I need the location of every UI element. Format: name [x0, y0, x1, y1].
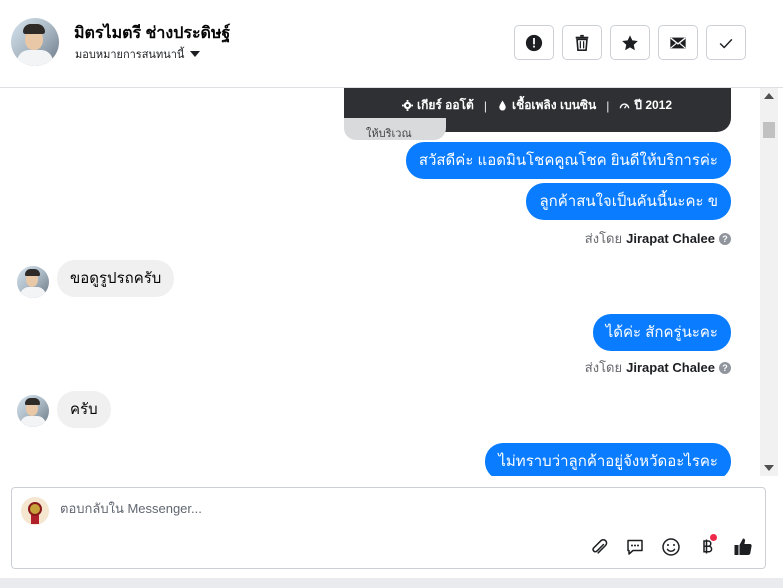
attach-button[interactable]	[588, 536, 610, 558]
smiley-icon	[662, 538, 680, 556]
message-outgoing[interactable]: ลูกค้าสนใจเป็นคันนี้นะคะ ข	[526, 183, 731, 220]
like-button[interactable]	[732, 536, 754, 558]
message-incoming[interactable]: ขอดูรูปรถครับ	[57, 260, 175, 297]
mark-done-button[interactable]	[706, 25, 746, 60]
reply-input[interactable]	[60, 501, 660, 516]
delete-button[interactable]	[562, 25, 602, 60]
question-icon[interactable]: ?	[719, 361, 731, 374]
scroll-down-arrow-icon[interactable]	[764, 465, 774, 471]
question-icon[interactable]: ?	[719, 232, 731, 245]
scroll-up-arrow-icon[interactable]	[764, 93, 774, 99]
bottom-strip	[0, 578, 783, 588]
thumbs-up-icon	[734, 538, 752, 555]
mark-unread-button[interactable]	[658, 25, 698, 60]
spam-button[interactable]	[514, 25, 554, 60]
page-avatar	[21, 497, 49, 525]
contact-avatar[interactable]	[11, 18, 59, 66]
message-outgoing[interactable]: สวัสดีค่ะ แอดมินโชคคูณโชค ยินดีให้บริการ…	[405, 142, 731, 179]
fuel-drop-icon	[499, 100, 506, 111]
conversation-header: มิตรไมตรี ช่างประดิษฐ์ มอบหมายการสนทนานี…	[0, 0, 783, 88]
payment-button[interactable]	[696, 534, 718, 558]
star-button[interactable]	[610, 25, 650, 60]
message-outgoing[interactable]: ได้ค่ะ สักครู่นะคะ	[592, 314, 731, 351]
exclamation-circle-icon	[525, 34, 543, 51]
car-year-spec: ปี 2012	[619, 96, 672, 115]
caret-down-icon	[190, 51, 201, 57]
notification-dot	[710, 534, 717, 541]
car-gear-spec: เกียร์ ออโต้	[402, 96, 474, 115]
check-icon	[719, 38, 733, 49]
emoji-button[interactable]	[660, 536, 682, 558]
envelope-icon	[670, 37, 686, 48]
star-icon	[622, 34, 638, 50]
gauge-icon	[620, 103, 630, 109]
paperclip-icon	[592, 539, 608, 554]
car-fuel-spec: เชื้อเพลิง เบนซิน	[497, 96, 596, 115]
sender-avatar[interactable]	[17, 266, 49, 298]
thread-scrollbar[interactable]	[760, 88, 778, 476]
trash-icon	[575, 34, 589, 51]
scrollbar-thumb[interactable]	[763, 122, 775, 138]
gear-icon	[402, 100, 413, 111]
contact-name[interactable]: มิตรไมตรี ช่างประดิษฐ์	[74, 21, 230, 46]
previous-attachment-peek: ให้บริเวณ	[344, 118, 446, 140]
sent-by-label: ส่งโดย Jirapat Chalee ?	[585, 357, 731, 378]
message-thread[interactable]: เกียร์ ออโต้ | เชื้อเพลิง เบนซิน | ปี 20…	[0, 88, 760, 476]
assign-conversation-dropdown[interactable]: มอบหมายการสนทนานี้	[75, 45, 201, 63]
sent-by-label: ส่งโดย Jirapat Chalee ?	[585, 228, 731, 249]
assign-label: มอบหมายการสนทนานี้	[75, 49, 185, 61]
reply-composer	[11, 487, 766, 569]
chat-bubble-icon	[627, 539, 643, 555]
sender-avatar[interactable]	[17, 395, 49, 427]
message-incoming[interactable]: ครับ	[57, 391, 111, 428]
message-outgoing[interactable]: ไม่ทราบว่าลูกค้าอยู่จังหวัดอะไรคะ	[485, 443, 731, 476]
saved-replies-button[interactable]	[624, 536, 646, 558]
